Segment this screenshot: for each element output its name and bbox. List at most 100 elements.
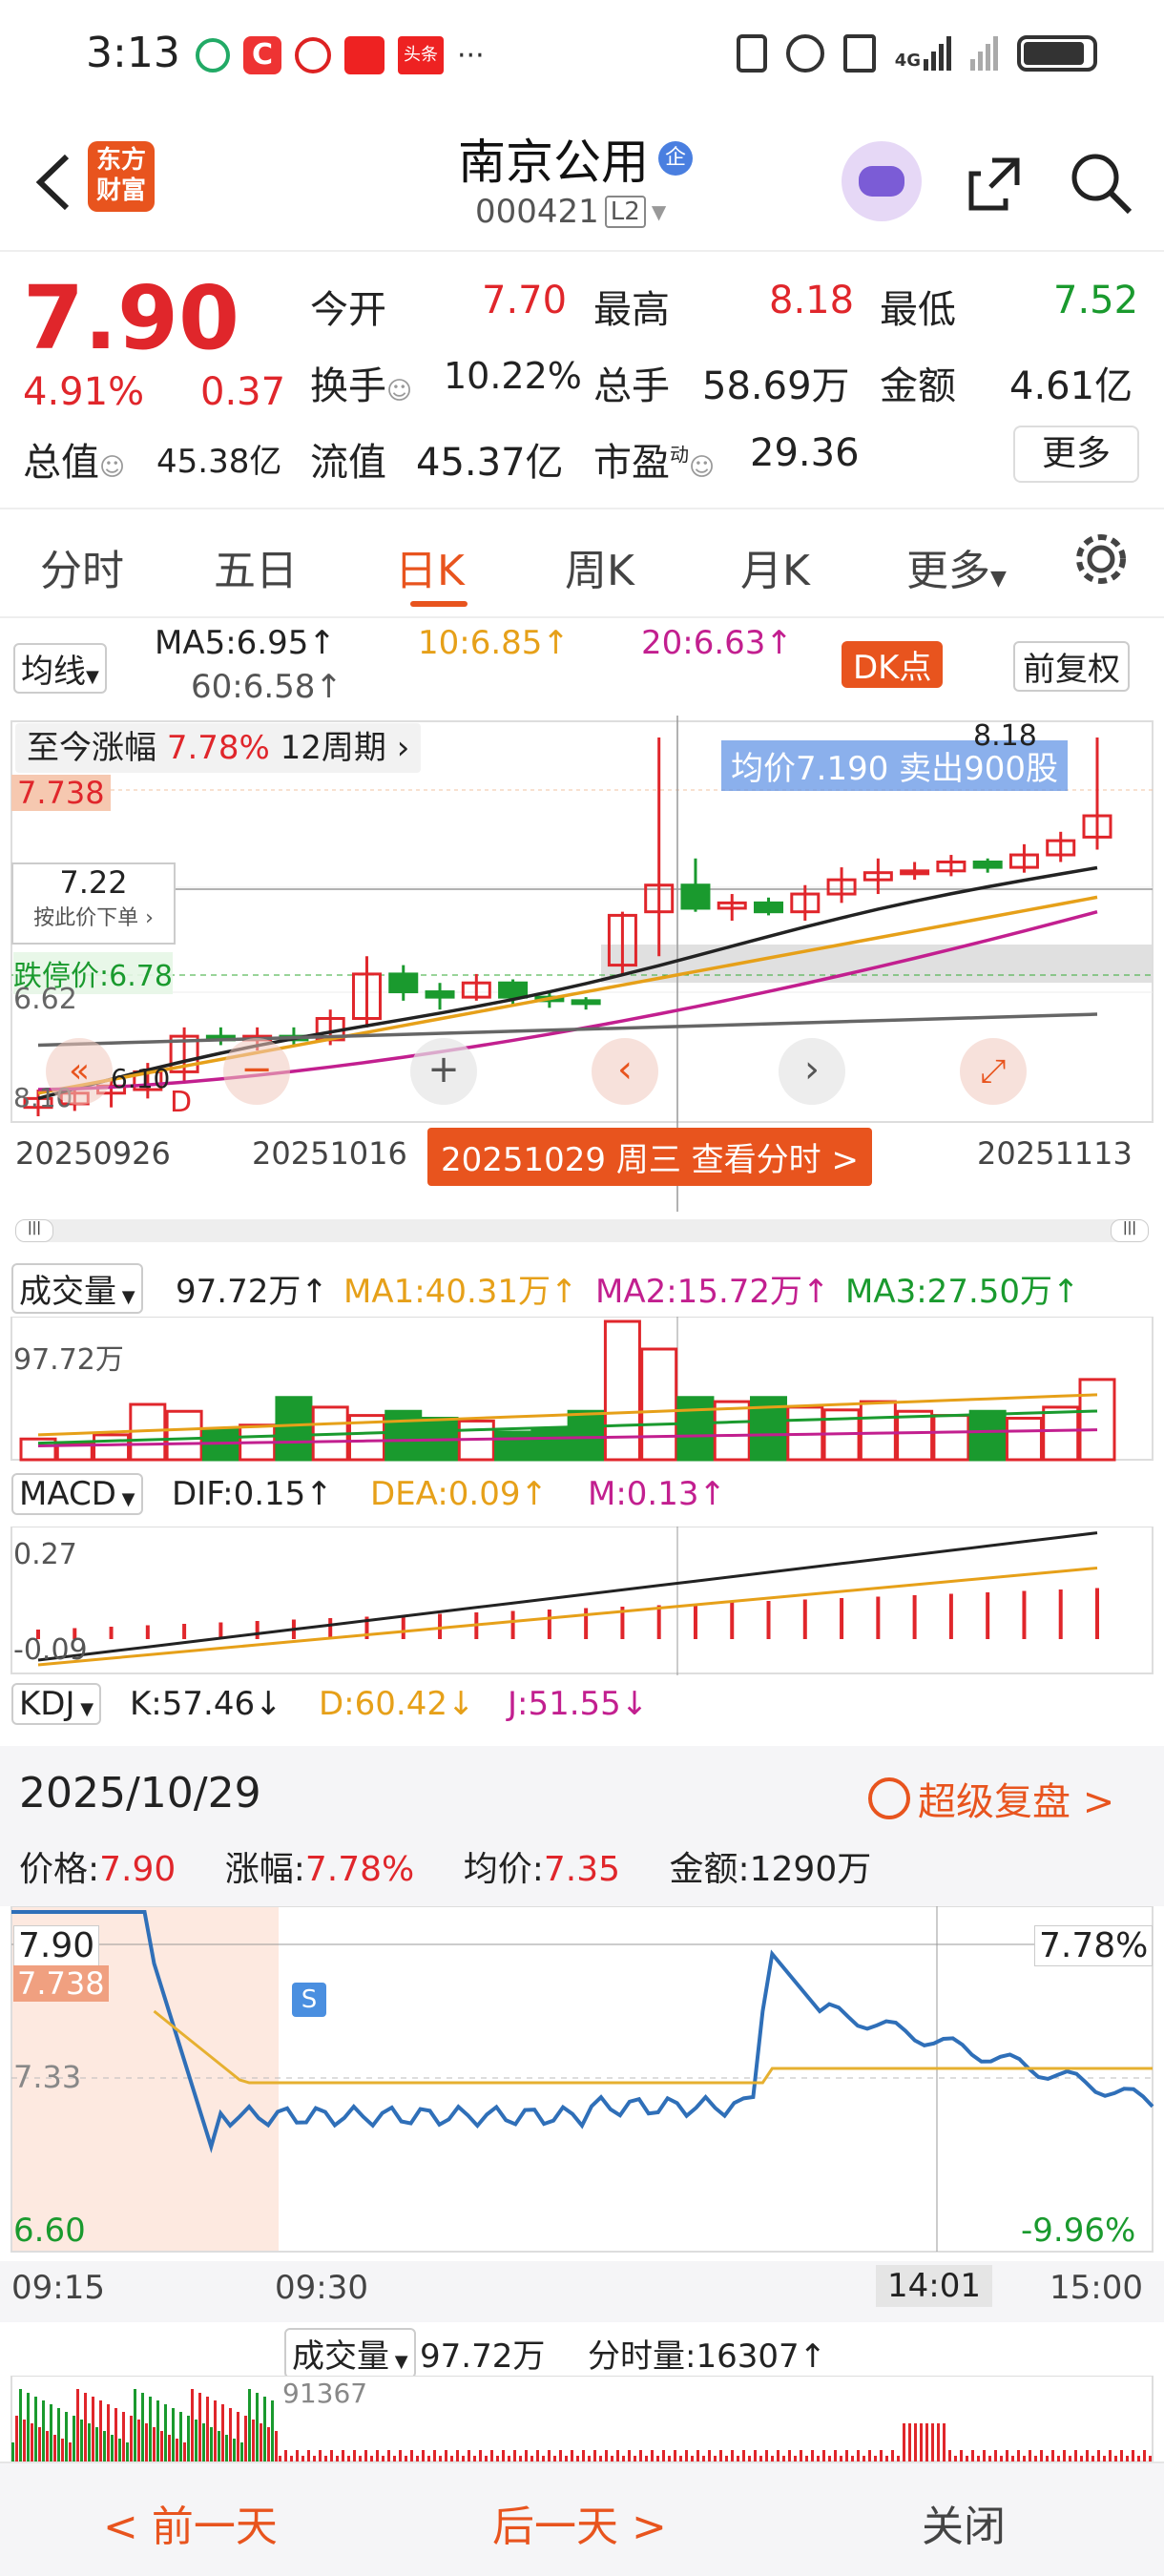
back-icon[interactable] (25, 149, 82, 216)
macd-axis-top: 0.27 (13, 1538, 77, 1571)
time-label-3: 14:01 (876, 2265, 992, 2307)
candle-body (900, 869, 930, 876)
intraday-vol-bar (708, 2450, 711, 2462)
replay-link[interactable]: 超级复盘 > (868, 1771, 1114, 1826)
intraday-vol-bar (42, 2400, 45, 2462)
status-bar: 3:13 C 头条 ··· 4G (0, 0, 1164, 114)
intraday-volume-chart[interactable]: 91367 (0, 2375, 1164, 2462)
pe-sup: 动 (670, 443, 689, 467)
high-label: 最高 (593, 288, 670, 332)
crosshair-price-box[interactable]: 7.22 按此价下单 › (11, 862, 176, 945)
intraday-chart[interactable]: 7.90 7.738 7.33 6.60 7.78% -9.96% S (0, 1905, 1164, 2261)
search-icon[interactable] (1069, 151, 1133, 219)
tab-minute[interactable]: 分时 (40, 536, 124, 597)
intraday-vol-bar (244, 2416, 247, 2462)
period-label: 至今涨幅 (27, 729, 156, 767)
intraday-vol-bar (214, 2400, 217, 2462)
tab-underline (410, 601, 468, 607)
intraday-vol-bar (811, 2450, 814, 2462)
tab-five-day[interactable]: 五日 (214, 536, 298, 597)
intraday-vol-bar (107, 2404, 110, 2462)
intraday-vol-bar (536, 2450, 539, 2462)
intraday-vol-bar (1109, 2450, 1112, 2462)
stock-code[interactable]: 000421 L2 ▼ (475, 193, 666, 231)
vol-ma1: MA1:40.31万↑ (343, 1273, 578, 1311)
intraday-vol-bar (53, 2435, 56, 2462)
kdj-selector[interactable]: KDJ ▼ (11, 1683, 102, 1725)
scroll-handle-left[interactable]: ||| (15, 1219, 53, 1242)
adjust-button[interactable]: 前复权 (1013, 641, 1130, 692)
volume-selector[interactable]: 成交量 ▼ (11, 1263, 143, 1314)
ma10-value: 10:6.85↑ (418, 624, 570, 662)
zoom-in-icon[interactable]: + (410, 1038, 477, 1105)
prev-candle-icon[interactable]: ‹ (592, 1038, 658, 1105)
intraday-vol-bar (149, 2397, 152, 2462)
stock-name: 南京公用 企 (458, 124, 693, 193)
intraday-vol-bar (260, 2423, 262, 2462)
scroll-handle-right[interactable]: ||| (1111, 1219, 1149, 1242)
intraday-vol-bar (548, 2450, 551, 2462)
macd-dif: DIF:0.15↑ (172, 1475, 333, 1513)
axis-low-label: 6.62 (13, 983, 77, 1016)
tab-monthly-k[interactable]: 月K (740, 536, 810, 597)
intraday-vol-bar (1132, 2450, 1134, 2462)
footer-bar: < 前一天 后一天 > 关闭 (0, 2462, 1164, 2576)
dk-button[interactable]: DK点 (842, 641, 944, 688)
tab-daily-k[interactable]: 日K (395, 536, 465, 597)
share-icon[interactable] (964, 153, 1025, 218)
scroll-left-icon[interactable]: « (46, 1038, 113, 1105)
intraday-vol-bar (248, 2389, 251, 2462)
fullscreen-icon[interactable]: ⤢ (960, 1038, 1027, 1105)
ma-selector[interactable]: 均线▼ (13, 643, 107, 694)
mktcap-label: 总值☺ (23, 441, 126, 485)
time-label-1: 09:15 (11, 2269, 105, 2307)
ma5-value: MA5:6.95↑ (155, 624, 336, 662)
low-price-tag: 6.10 (111, 1063, 171, 1094)
intraday-volume-legend: 成交量 ▼ 97.72万 分时量:16307↑ (0, 2322, 1164, 2379)
high-value: 8.18 (769, 279, 855, 322)
gear-icon[interactable] (1072, 530, 1130, 598)
intraday-date: 2025/10/29 (19, 1769, 261, 1818)
intraday-vol-bar (218, 2431, 220, 2462)
intraday-vol-bar (256, 2393, 259, 2462)
logo-line-2: 财富 (95, 177, 146, 205)
intraday-vol-bar (176, 2439, 178, 2462)
intraday-vol-axis: 91367 (282, 2378, 368, 2409)
abs-change: 0.37 (200, 370, 286, 414)
view-intraday-button[interactable]: 20251029 周三 查看分时 > (427, 1128, 872, 1186)
volume-chart[interactable]: 97.72万 (0, 1316, 1164, 1462)
intraday-panel: 2025/10/29 超级复盘 > 价格:7.90 涨幅:7.78% 均价:7.… (0, 1746, 1164, 2462)
intraday-low-price: 6.60 (13, 2212, 86, 2250)
candle-body (498, 981, 529, 999)
intraday-vol-bar (307, 2450, 310, 2462)
zoom-out-icon[interactable]: − (223, 1038, 290, 1105)
kline-scrollbar[interactable]: ||| ||| (15, 1219, 1149, 1242)
close-button[interactable]: 关闭 (922, 2492, 1006, 2553)
intraday-vol-bar (822, 2450, 825, 2462)
intraday-vol-bar (168, 2435, 171, 2462)
intraday-vol-bar (593, 2450, 596, 2462)
intraday-vol-bar (73, 2416, 75, 2462)
intraday-vol-selector[interactable]: 成交量 ▼ (284, 2328, 416, 2379)
intraday-vol-bar (84, 2393, 87, 2462)
intraday-vol-bar (651, 2450, 654, 2462)
chevron-right-icon: › (396, 729, 410, 767)
next-candle-icon[interactable]: › (779, 1038, 845, 1105)
kline-chart[interactable]: 至今涨幅 7.78% 12周期 › 均价7.190 卖出900股 8.18 7.… (0, 716, 1164, 1212)
more-button[interactable]: 更多 (1013, 426, 1139, 483)
intraday-vol-bar (99, 2400, 102, 2462)
next-day-button[interactable]: 后一天 > (492, 2492, 667, 2553)
tab-more[interactable]: 更多▼ (906, 536, 1007, 597)
intraday-vol-bar (674, 2450, 676, 2462)
macd-chart[interactable]: 0.27 -0.09 (0, 1526, 1164, 1675)
more-notifications-icon: ··· (457, 38, 485, 73)
tab-weekly-k[interactable]: 周K (565, 536, 634, 597)
assistant-avatar[interactable] (842, 141, 922, 221)
prev-day-button[interactable]: < 前一天 (103, 2492, 278, 2553)
intraday-vol-bar (61, 2439, 64, 2462)
period-stats[interactable]: 至今涨幅 7.78% 12周期 › (15, 723, 422, 773)
intraday-vol-bar (183, 2442, 186, 2462)
macd-selector[interactable]: MACD ▼ (11, 1473, 143, 1515)
intraday-avg-line (153, 2009, 1153, 2085)
alarm-icon (785, 34, 824, 73)
